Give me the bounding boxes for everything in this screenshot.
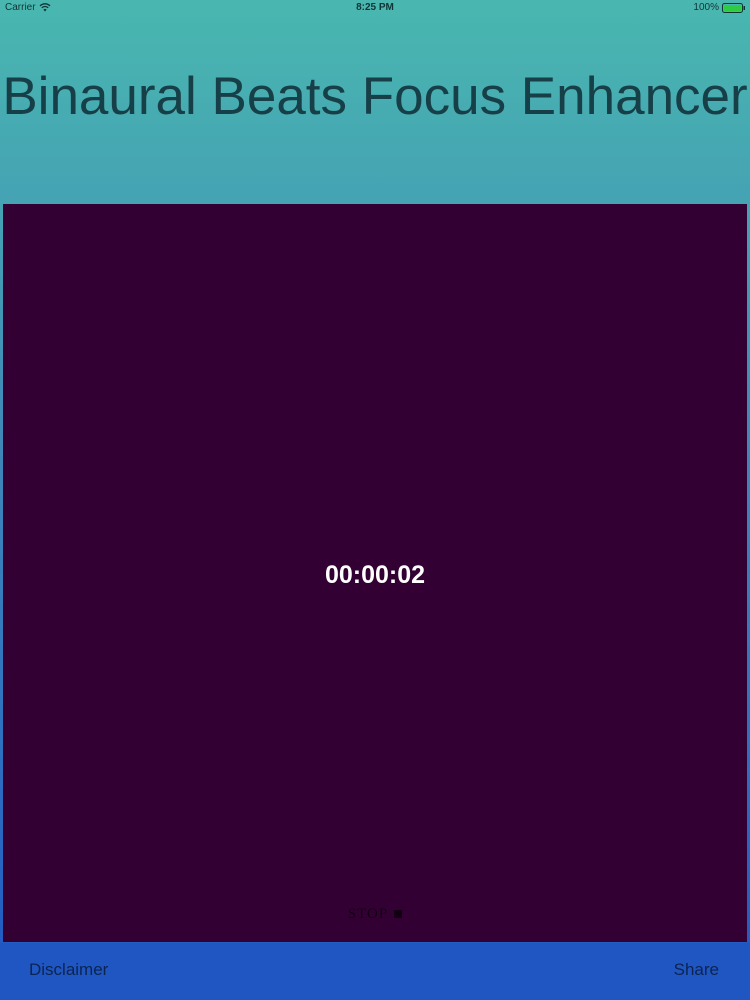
elapsed-timer: 00:00:02 bbox=[324, 561, 426, 589]
stop-button[interactable]: STOP bbox=[325, 902, 425, 926]
disclaimer-button[interactable]: Disclaimer bbox=[29, 960, 108, 980]
bottom-toolbar bbox=[0, 943, 750, 1000]
stop-label: STOP bbox=[347, 905, 389, 922]
battery-percentage: 100% bbox=[693, 2, 719, 13]
status-bar: Carrier 8:25 PM 100% bbox=[0, 0, 750, 16]
page-title: Binaural Beats Focus Enhancer bbox=[2, 67, 748, 126]
status-time: 8:25 PM bbox=[356, 2, 394, 13]
battery-icon bbox=[722, 2, 745, 13]
battery-status: 100% bbox=[693, 2, 746, 13]
share-button[interactable]: Share bbox=[674, 960, 719, 980]
stop-icon bbox=[394, 910, 403, 918]
